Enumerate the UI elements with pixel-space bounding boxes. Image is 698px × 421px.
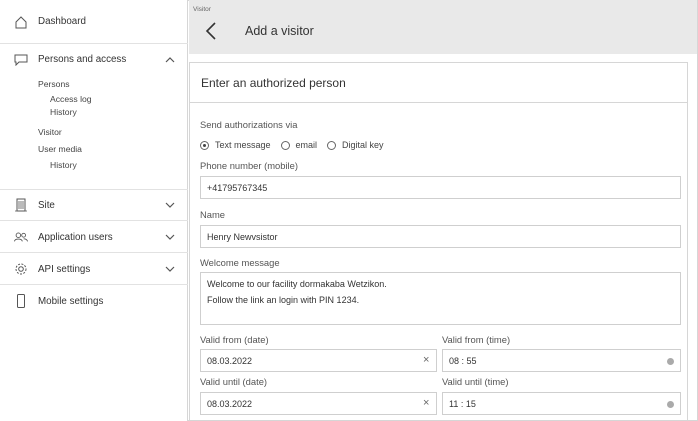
send-via-label: Send authorizations via [200, 119, 298, 130]
valid-until-date-value: 08.03.2022 [207, 399, 253, 409]
radio-digital-key[interactable] [327, 140, 337, 150]
sidebar-item-api-settings[interactable]: API settings [0, 253, 188, 285]
clock-icon[interactable] [667, 358, 674, 365]
welcome-line-1: Welcome to our facility dormakaba Wetzik… [207, 279, 387, 289]
valid-until-date-label: Valid until (date) [200, 376, 268, 387]
sidebar-item-history[interactable]: History [50, 107, 77, 117]
name-field[interactable]: Henry Newvsistor [200, 225, 681, 248]
phone-field[interactable]: +41795767345 [200, 176, 681, 199]
phone-value: +41795767345 [207, 183, 268, 193]
chat-bubble-icon [14, 53, 28, 67]
sidebar-item-label: Dashboard [38, 16, 86, 27]
sidebar-item-mobile-settings[interactable]: Mobile settings [0, 285, 188, 317]
valid-from-date-field[interactable]: 08.03.2022 × [200, 349, 437, 372]
radio-email[interactable] [280, 140, 290, 150]
page-header: Visitor Add a visitor [189, 0, 697, 54]
sidebar-item-label: Application users [38, 232, 113, 243]
valid-from-time-field[interactable]: 08 : 55 [442, 349, 681, 372]
main-content: Visitor Add a visitor Enter an authorize… [189, 0, 697, 421]
name-value: Henry Newvsistor [207, 232, 278, 242]
gear-icon [14, 262, 28, 276]
building-icon [14, 198, 28, 212]
radio-label-text-message[interactable]: Text message [215, 140, 271, 150]
phone-label: Phone number (mobile) [200, 160, 298, 171]
valid-from-date-value: 08.03.2022 [207, 356, 253, 366]
chevron-down-icon[interactable] [164, 263, 176, 275]
radio-text-message[interactable] [200, 140, 209, 150]
users-icon [14, 230, 28, 244]
chevron-up-icon[interactable] [164, 54, 176, 66]
clock-icon[interactable] [667, 401, 674, 408]
welcome-line-2: Follow the link an login with PIN 1234. [207, 295, 360, 305]
home-icon [14, 15, 28, 29]
welcome-label: Welcome message [200, 257, 280, 268]
sidebar-item-application-users[interactable]: Application users [0, 221, 188, 253]
sidebar-item-user-media[interactable]: User media [38, 144, 82, 154]
valid-until-time-value: 11 : 15 [449, 399, 476, 409]
chevron-down-icon[interactable] [164, 199, 176, 211]
radio-label-email[interactable]: email [296, 140, 318, 150]
sidebar-section-persons-access: Persons and access Persons Access log Hi… [0, 44, 188, 190]
valid-from-date-label: Valid from (date) [200, 334, 269, 345]
welcome-message-textarea[interactable]: Welcome to our facility dormakaba Wetzik… [200, 272, 681, 325]
sidebar-item-label: Site [38, 200, 55, 211]
valid-from-time-value: 08 : 55 [449, 356, 477, 366]
radio-label-digital-key[interactable]: Digital key [342, 140, 384, 150]
sidebar-item-site[interactable]: Site [0, 190, 188, 221]
mobile-phone-icon [14, 294, 28, 308]
name-label: Name [200, 209, 226, 220]
clear-icon[interactable]: × [423, 354, 429, 366]
card-header: Enter an authorized person [190, 63, 687, 103]
sidebar-item-label: API settings [38, 264, 91, 275]
valid-until-time-field[interactable]: 11 : 15 [442, 392, 681, 415]
valid-until-date-field[interactable]: 08.03.2022 × [200, 392, 437, 415]
send-via-radio-group: Text message email Digital key [200, 139, 394, 151]
clear-icon[interactable]: × [423, 397, 429, 409]
sidebar-item-label: Mobile settings [38, 296, 104, 307]
sidebar-item-persons-access[interactable]: Persons and access [38, 54, 126, 65]
card-title: Enter an authorized person [201, 76, 346, 90]
sidebar: Dashboard Persons and access Persons Acc… [0, 0, 188, 421]
sidebar-item-visitor[interactable]: Visitor [38, 127, 62, 137]
valid-until-time-label: Valid until (time) [442, 376, 509, 387]
valid-from-time-label: Valid from (time) [442, 334, 511, 345]
chevron-down-icon[interactable] [164, 231, 176, 243]
breadcrumb[interactable]: Visitor [193, 6, 211, 13]
page-title: Add a visitor [245, 24, 314, 38]
sidebar-item-history-media[interactable]: History [50, 160, 77, 170]
sidebar-item-dashboard[interactable]: Dashboard [0, 0, 188, 44]
sidebar-item-persons[interactable]: Persons [38, 79, 70, 89]
sidebar-item-access-log[interactable]: Access log [50, 94, 92, 104]
back-arrow-icon[interactable] [203, 20, 219, 42]
